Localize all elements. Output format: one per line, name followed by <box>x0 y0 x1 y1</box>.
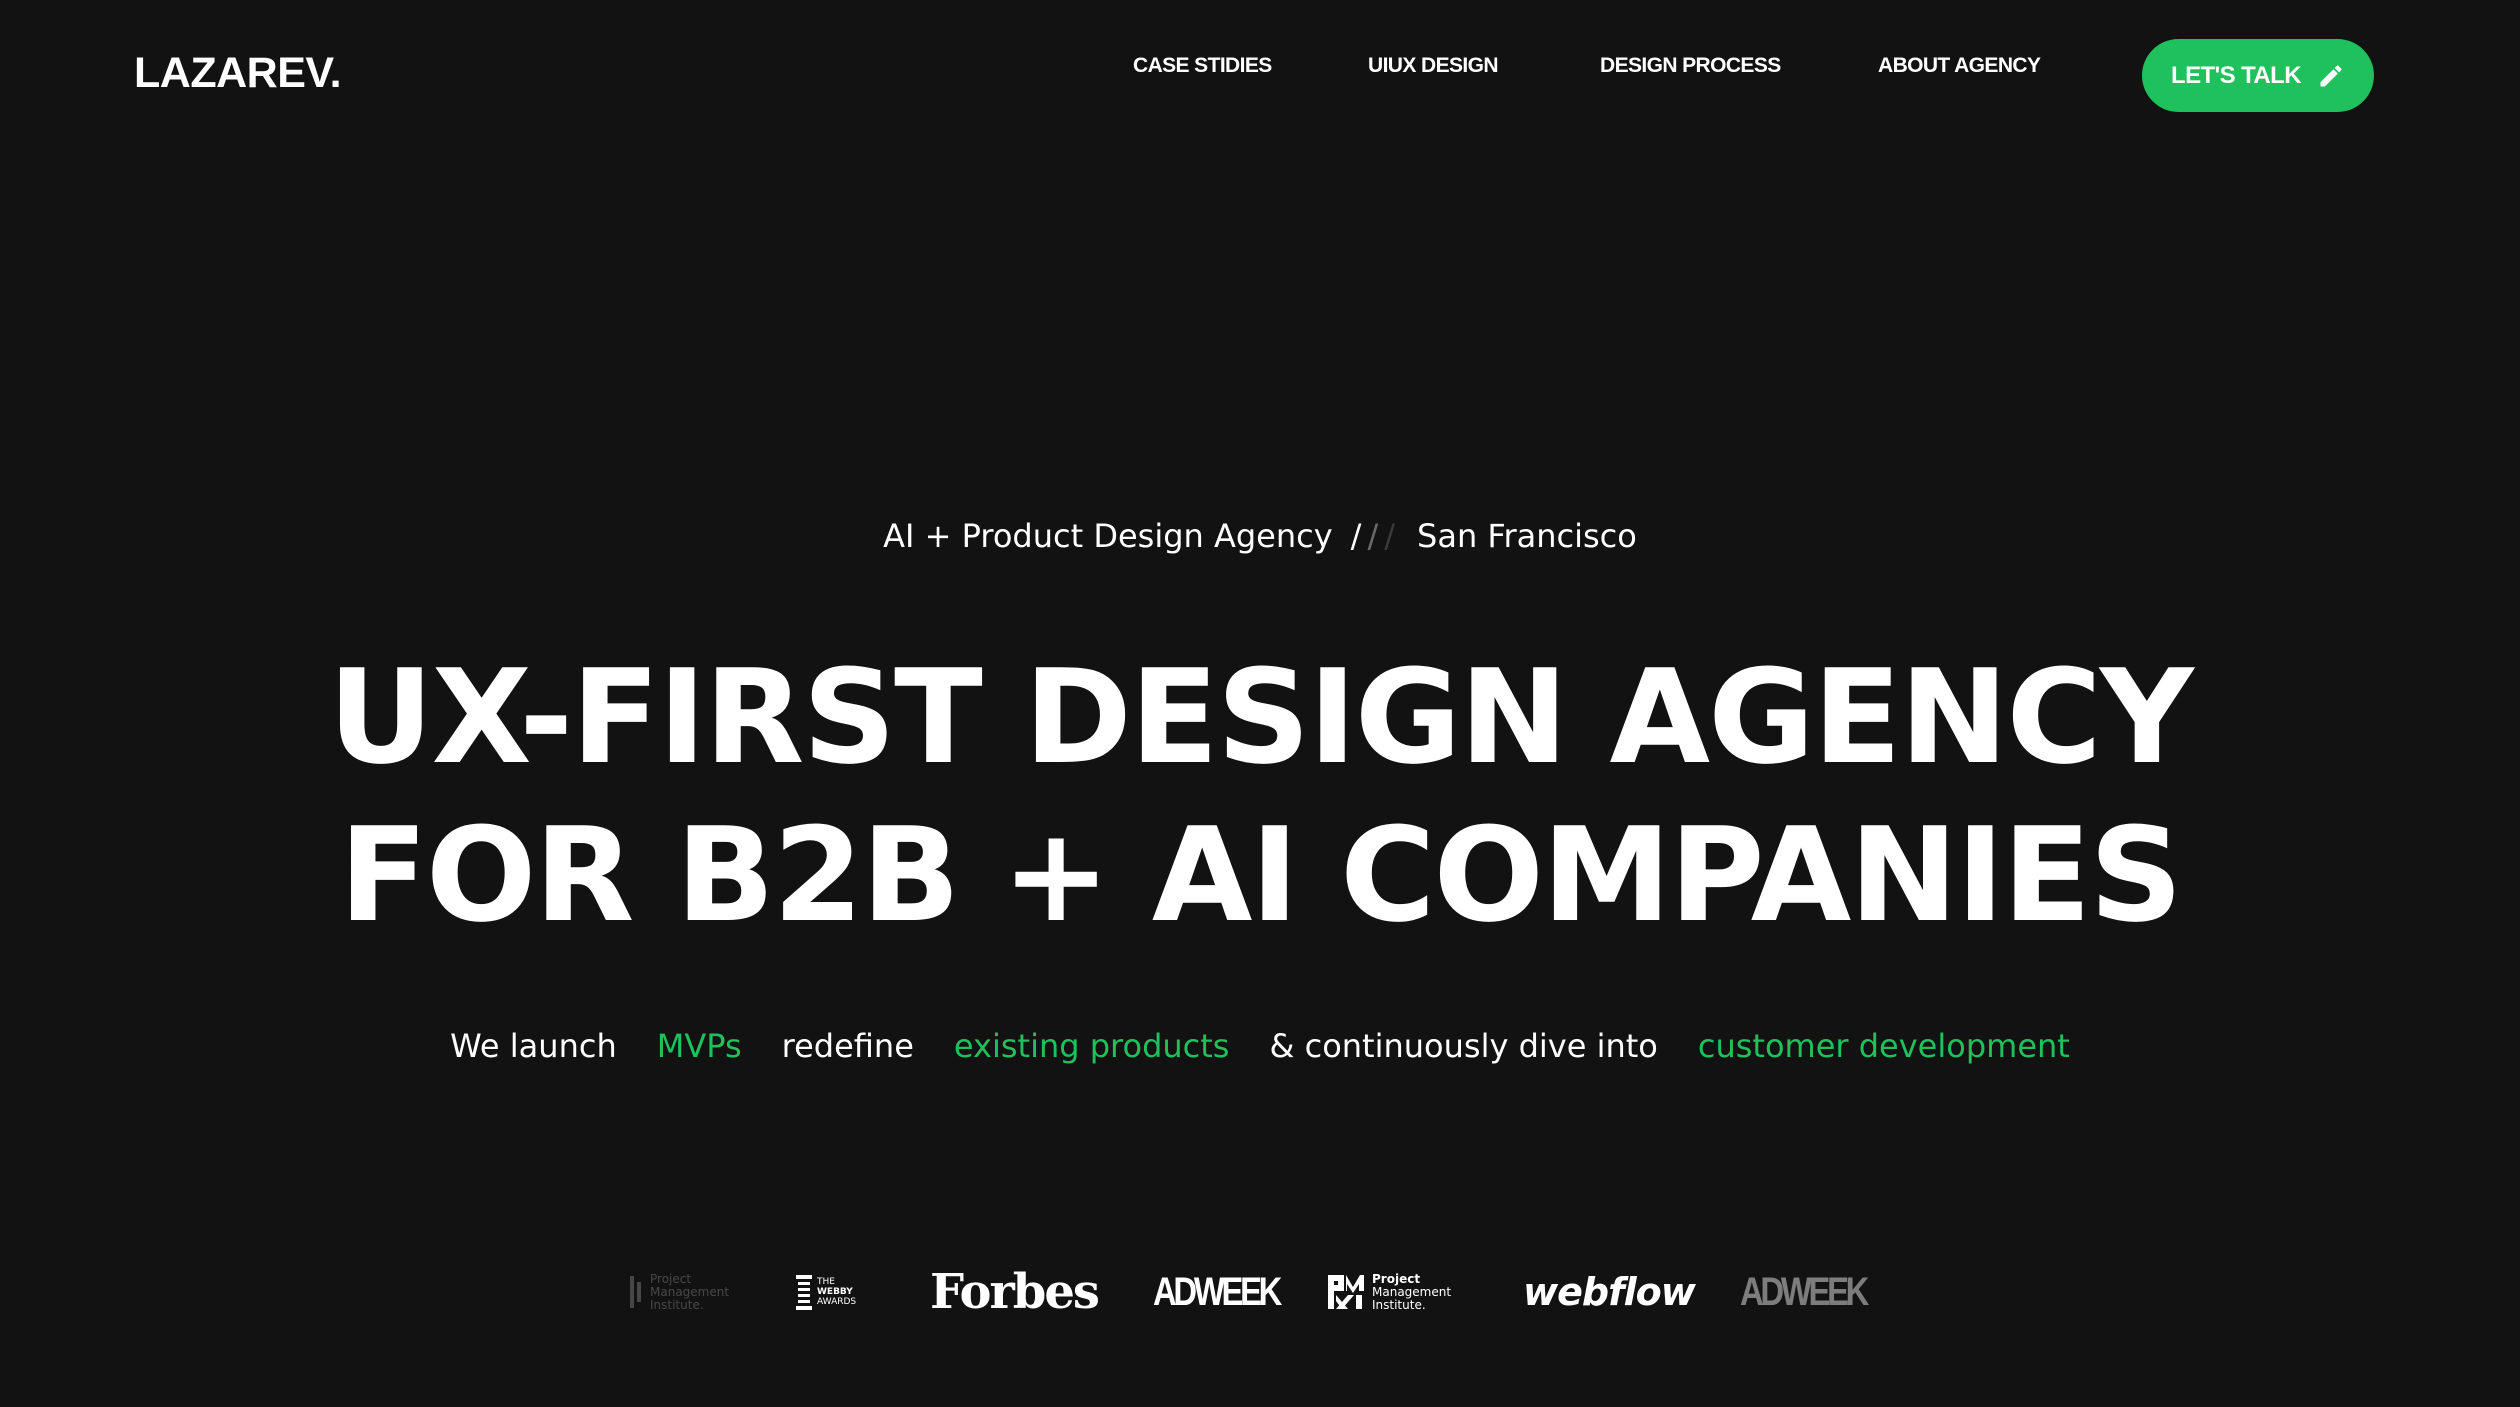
pmi-mark-icon <box>630 1276 641 1308</box>
webby-wordmark: THE WEBBY AWARDS <box>817 1277 856 1307</box>
webby-line: THE <box>817 1277 835 1287</box>
pmi-mark-icon <box>1328 1275 1364 1309</box>
page: LAZAREV. CASE STIDIES UIUX DESIGN DESIGN… <box>0 0 2520 1407</box>
lets-talk-button[interactable]: LET'S TALK <box>2142 39 2374 112</box>
pmi-wordmark: Project Management Institute. <box>650 1271 730 1312</box>
adweek-logo-faded: ADWEEK <box>1740 1262 1894 1322</box>
eyebrow-agency: AI + Product Design Agency <box>883 517 1333 555</box>
pmi-line: Project <box>650 1271 692 1286</box>
pmi-logo-faded: Project Management Institute. <box>628 1262 729 1322</box>
nav-about-agency[interactable]: ABOUT AGENCY <box>1878 51 2041 81</box>
adweek-wordmark: ADWEEK <box>1740 1269 1869 1314</box>
pmi-line: Institute. <box>650 1297 704 1312</box>
tagline-highlight: MVPs <box>656 1027 742 1065</box>
eyebrow-slash: / <box>1367 517 1379 555</box>
tagline-segment: & continuously dive into <box>1269 1027 1658 1065</box>
tagline-highlight: customer development <box>1697 1027 2070 1065</box>
eyebrow-location: San Francisco <box>1417 517 1637 555</box>
pmi-line: Management <box>650 1284 730 1299</box>
webflow-wordmark: webflow <box>1523 1270 1696 1314</box>
lets-talk-label: LET'S TALK <box>2171 61 2302 89</box>
nav-uiux-design[interactable]: UIUX DESIGN <box>1368 51 1499 81</box>
forbes-logo: Forbes <box>930 1262 1100 1322</box>
pmi-line: Management <box>1372 1284 1452 1299</box>
eyebrow-slash: / <box>1350 517 1362 555</box>
pencil-icon <box>2317 62 2345 90</box>
hero-eyebrow: AI + Product Design Agency / / / San Francis… <box>0 514 2520 558</box>
adweek-wordmark: ADWEEK <box>1153 1269 1282 1314</box>
tagline-highlight: existing products <box>953 1027 1230 1065</box>
tagline-segment: redefine <box>781 1027 914 1065</box>
hero-headline-line-2: FOR B2B + AI COMPANIES <box>339 799 2183 951</box>
webflow-logo: webflow <box>1523 1262 1696 1322</box>
pmi-line: Project <box>1372 1271 1421 1286</box>
pmi-wordmark: Project Management Institute. <box>1372 1271 1452 1312</box>
pmi-logo: Project Management Institute. <box>1326 1262 1451 1322</box>
webby-mark-icon <box>796 1275 812 1310</box>
hero-headline-line-1: UX-FIRST DESIGN AGENCY <box>328 641 2194 793</box>
nav-case-studies[interactable]: CASE STIDIES <box>1133 51 1272 81</box>
nav-design-process[interactable]: DESIGN PROCESS <box>1600 51 1781 81</box>
forbes-wordmark: Forbes <box>930 1264 1100 1320</box>
hero-tagline: We launch MVPs redefine existing product… <box>0 1024 2520 1068</box>
press-logos: Project Management Institute. THE WEBBY … <box>0 1262 2520 1322</box>
webby-awards-logo: THE WEBBY AWARDS <box>795 1262 856 1322</box>
webby-line: AWARDS <box>817 1297 857 1307</box>
pmi-line: Institute. <box>1372 1297 1426 1312</box>
adweek-logo: ADWEEK <box>1153 1262 1307 1322</box>
eyebrow-slash: / <box>1384 517 1396 555</box>
webby-line: WEBBY <box>817 1287 853 1297</box>
tagline-segment: We launch <box>450 1027 617 1065</box>
